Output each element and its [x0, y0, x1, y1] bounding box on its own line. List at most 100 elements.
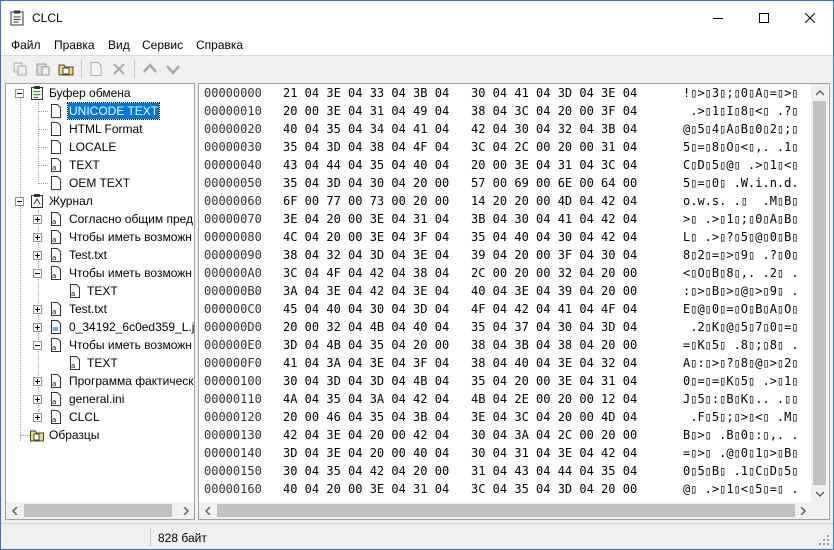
tree-node-format[interactable]: a TEXT: [6, 354, 194, 372]
svg-text:a: a: [52, 344, 56, 352]
chevron-down-icon: [815, 490, 824, 497]
tree-node-history-item[interactable]: a CLCL: [6, 408, 194, 426]
expand-toggle[interactable]: [33, 323, 42, 332]
folder-button[interactable]: [57, 60, 75, 78]
tree-node-history-item[interactable]: a Чтобы иметь возможн: [6, 264, 194, 282]
hex-bytes: 3C 04 4F 04 42 04 38 04: [283, 266, 450, 280]
horizontal-scrollbar[interactable]: [199, 502, 811, 519]
title-bar[interactable]: CLCL: [1, 1, 833, 35]
expand-toggle[interactable]: [33, 233, 42, 242]
move-up-button[interactable]: [141, 60, 159, 78]
tree-node-history-item[interactable]: a Чтобы иметь возможн: [6, 228, 194, 246]
scroll-up-button[interactable]: [811, 84, 828, 101]
close-icon: [805, 13, 815, 23]
expand-toggle[interactable]: [33, 215, 42, 224]
menu-tools[interactable]: Сервис: [142, 38, 183, 52]
hex-ascii: @▯ .>▯1▯<▯5▯=▯ .: [683, 482, 799, 496]
text-document-icon: a: [51, 266, 61, 280]
scroll-right-button[interactable]: [177, 502, 194, 519]
collapse-toggle[interactable]: [15, 197, 24, 206]
tree-node-label: general.ini: [69, 392, 125, 406]
tree-node-history-item[interactable]: a Чтобы иметь возможн: [6, 336, 194, 354]
tree-view[interactable]: Буфер обмена UNICODE TEXT HTML Format LO…: [5, 83, 195, 520]
tree-horizontal-scrollbar[interactable]: [6, 502, 194, 519]
menu-help[interactable]: Справка: [196, 38, 243, 52]
svg-text:a: a: [52, 398, 56, 406]
svg-text:a: a: [52, 218, 56, 226]
expand-toggle[interactable]: [33, 251, 42, 260]
minimize-button[interactable]: [695, 1, 741, 35]
tree-node-format[interactable]: HTML Format: [6, 120, 194, 138]
vertical-scrollbar[interactable]: [811, 84, 828, 502]
folder-icon: [58, 64, 74, 76]
hex-bytes: 41 04 3A 04 3E 04 3F 04: [283, 356, 450, 370]
hex-viewer[interactable]: 00000000 21 04 3E 04 33 04 3B 04 30 04 41 …: [198, 83, 830, 520]
collapse-toggle[interactable]: [33, 341, 42, 350]
hex-bytes: 31 04 43 04 44 04 35 04: [471, 464, 638, 478]
hex-offset: 000000C0: [204, 302, 262, 316]
scroll-down-button[interactable]: [811, 485, 828, 502]
tree-node-history-item[interactable]: a Согласно общим пред: [6, 210, 194, 228]
scroll-left-button[interactable]: [199, 502, 216, 519]
hex-ascii: A▯:▯>▯?▯8▯@▯>▯2▯: [683, 356, 799, 370]
tree-node-format[interactable]: a TEXT: [6, 156, 194, 174]
scroll-corner: [811, 502, 828, 519]
hex-bytes: 30 04 31 04 3E 04 42 04: [471, 446, 638, 460]
hex-bytes: 57 00 69 00 6E 00 64 00: [471, 176, 638, 190]
menu-edit[interactable]: Правка: [54, 38, 95, 52]
tree-node-label: Согласно общим пред: [69, 212, 194, 226]
tree-node-clipboard[interactable]: Буфер обмена: [6, 84, 194, 102]
hex-bytes: 45 04 40 04 30 04 3D 04: [283, 302, 450, 316]
delete-button[interactable]: [110, 60, 128, 78]
resize-grip-icon[interactable]: [818, 534, 830, 546]
expand-toggle[interactable]: [33, 377, 42, 386]
new-button[interactable]: [87, 60, 105, 78]
tree-node-format[interactable]: a TEXT: [6, 282, 194, 300]
tree-node-format[interactable]: LOCALE: [6, 138, 194, 156]
expand-toggle[interactable]: [33, 305, 42, 314]
scroll-thumb[interactable]: [813, 101, 826, 485]
tree-node-label: Чтобы иметь возможн: [69, 338, 192, 352]
collapse-toggle[interactable]: [33, 269, 42, 278]
scroll-left-button[interactable]: [6, 502, 23, 519]
delete-icon: [113, 63, 125, 75]
hex-ascii: 0▯=▯=▯K▯5▯ .>▯1▯: [683, 374, 799, 388]
tree-node-history-item[interactable]: a Программа фактическ: [6, 372, 194, 390]
text-document-icon: a: [51, 212, 61, 226]
svg-text:a: a: [52, 272, 56, 280]
hex-bytes: 30 04 3D 04 3D 04 4B 04: [283, 374, 450, 388]
tree-node-templates[interactable]: Образцы: [6, 426, 194, 444]
tree-node-history-item[interactable]: a general.ini: [6, 390, 194, 408]
text-document-icon: a: [51, 374, 61, 388]
chevron-right-icon: [799, 506, 806, 515]
menu-file[interactable]: Файл: [11, 38, 41, 52]
scroll-thumb[interactable]: [217, 504, 795, 517]
clipboard-app-icon: [10, 10, 24, 26]
close-button[interactable]: [787, 1, 833, 35]
scroll-thumb[interactable]: [24, 504, 172, 517]
tree-node-label: Буфер обмена: [49, 86, 131, 100]
tree-node-history-item[interactable]: a Test.txt: [6, 300, 194, 318]
copy-button[interactable]: [11, 60, 29, 78]
hex-bytes: 3B 04 30 04 41 04 42 04: [471, 212, 638, 226]
collapse-toggle[interactable]: [15, 89, 24, 98]
tree-node-format[interactable]: UNICODE TEXT: [6, 102, 194, 120]
expand-toggle[interactable]: [33, 413, 42, 422]
hex-offset: 00000160: [204, 482, 262, 496]
svg-text:a: a: [52, 164, 56, 172]
tree-node-format[interactable]: OEM TEXT: [6, 174, 194, 192]
clipboard-icon: [31, 86, 43, 100]
expand-toggle[interactable]: [33, 395, 42, 404]
svg-text:a: a: [52, 416, 56, 424]
tree-node-journal[interactable]: Журнал: [6, 192, 194, 210]
maximize-button[interactable]: [741, 1, 787, 35]
hex-bytes: 3A 04 3E 04 42 04 3E 04: [283, 284, 450, 298]
hex-ascii: o.w.s. .▯ .M▯B▯: [683, 194, 799, 208]
paste-button[interactable]: [34, 60, 52, 78]
move-down-button[interactable]: [164, 60, 182, 78]
tree-node-history-item[interactable]: a Test.txt: [6, 246, 194, 264]
menu-view[interactable]: Вид: [108, 38, 130, 52]
tree-node-history-item[interactable]: 0_34192_6c0ed359_L.jpe: [6, 318, 194, 336]
scroll-right-button[interactable]: [794, 502, 811, 519]
minimize-icon: [713, 18, 723, 19]
